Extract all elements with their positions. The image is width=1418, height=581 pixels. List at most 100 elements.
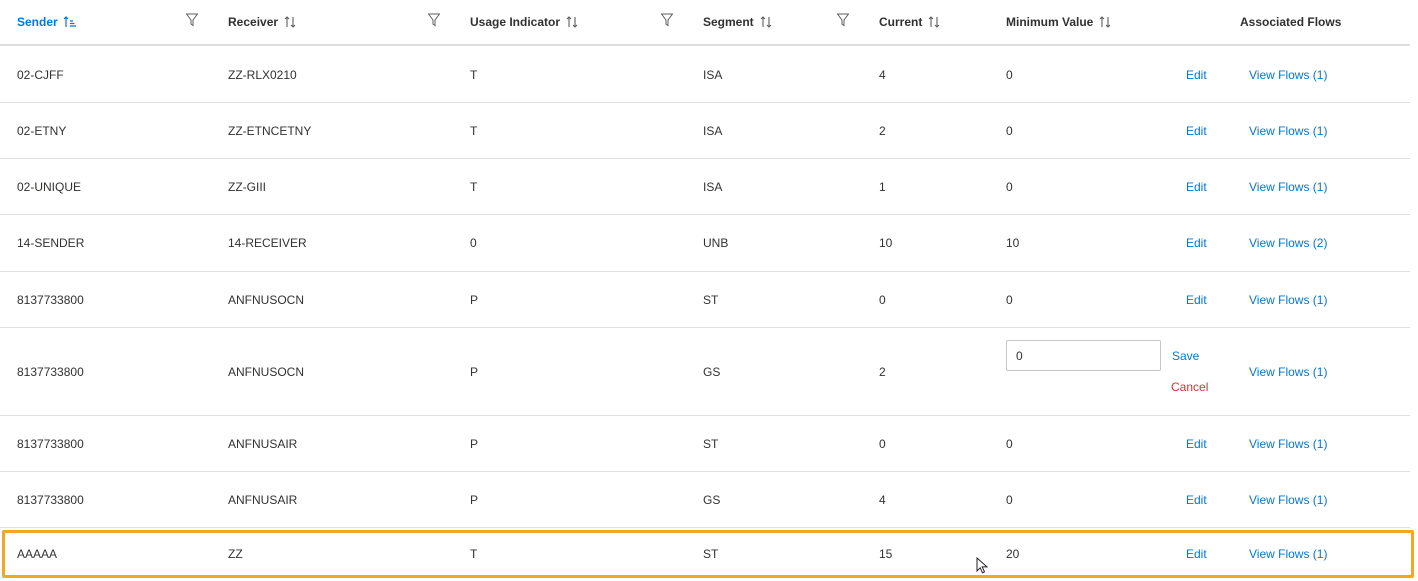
table-row: 8137733800 ANFNUSAIR P ST 0 0 Edit View … xyxy=(0,416,1410,472)
cell-current: 2 xyxy=(879,364,886,379)
column-header-sender-label: Sender xyxy=(17,15,58,29)
cell-receiver: ANFNUSAIR xyxy=(228,492,298,507)
table-row-highlighted: AAAAA ZZ T ST 15 20 Edit View Flows (1) xyxy=(2,530,1414,578)
column-header-sender[interactable]: Sender xyxy=(17,0,77,44)
cell-current: 0 xyxy=(879,436,886,451)
cell-minimum: 0 xyxy=(1006,292,1013,307)
view-flows-link[interactable]: View Flows (1) xyxy=(1249,103,1327,158)
cell-usage: P xyxy=(470,364,479,379)
column-header-minimum-value[interactable]: Minimum Value xyxy=(1006,0,1112,44)
cell-receiver: ZZ-ETNCETNY xyxy=(228,123,312,138)
column-header-segment-label: Segment xyxy=(703,15,754,29)
cell-current: 0 xyxy=(879,292,886,307)
table-row: 02-CJFF ZZ-RLX0210 T ISA 4 0 Edit View F… xyxy=(0,47,1410,103)
cell-current: 4 xyxy=(879,67,886,82)
cell-current: 1 xyxy=(879,179,886,194)
edit-link[interactable]: Edit xyxy=(1186,416,1207,471)
cell-sender: 02-ETNY xyxy=(17,123,67,138)
cell-minimum: 0 xyxy=(1006,179,1013,194)
column-header-flows-label: Associated Flows xyxy=(1240,15,1342,29)
column-header-segment[interactable]: Segment xyxy=(703,0,773,44)
column-header-usage-label: Usage Indicator xyxy=(470,15,561,29)
cell-current: 15 xyxy=(879,547,893,561)
cell-segment: ISA xyxy=(703,179,723,194)
view-flows-link[interactable]: View Flows (1) xyxy=(1249,47,1327,102)
cell-usage: P xyxy=(470,292,479,307)
column-header-current-label: Current xyxy=(879,15,923,29)
cell-minimum: 0 xyxy=(1006,436,1013,451)
column-header-associated-flows: Associated Flows xyxy=(1240,0,1341,44)
cell-sender: 8137733800 xyxy=(17,364,84,379)
view-flows-link[interactable]: View Flows (1) xyxy=(1249,416,1327,471)
edit-link[interactable]: Edit xyxy=(1186,472,1207,527)
edit-link[interactable]: Edit xyxy=(1186,215,1207,271)
cell-segment: ISA xyxy=(703,123,723,138)
edit-link[interactable]: Edit xyxy=(1186,47,1207,102)
cell-minimum: 20 xyxy=(1006,547,1020,561)
cell-sender: 8137733800 xyxy=(17,436,84,451)
cell-segment: UNB xyxy=(703,236,729,250)
sort-icon[interactable] xyxy=(283,15,297,29)
column-header-minimum-label: Minimum Value xyxy=(1006,15,1094,29)
cell-receiver: ANFNUSOCN xyxy=(228,292,305,307)
mouse-pointer-icon xyxy=(976,556,989,577)
view-flows-link[interactable]: View Flows (1) xyxy=(1249,159,1327,214)
cell-segment: ST xyxy=(703,292,719,307)
cell-segment: ISA xyxy=(703,67,723,82)
filter-usage-icon[interactable] xyxy=(661,13,673,27)
cell-usage: T xyxy=(470,123,478,138)
view-flows-link[interactable]: View Flows (1) xyxy=(1249,328,1327,415)
table-row-editing: 8137733800 ANFNUSOCN P GS 2 Save Cancel … xyxy=(0,328,1410,416)
cell-sender: 8137733800 xyxy=(17,292,84,307)
edit-link[interactable]: Edit xyxy=(1186,533,1207,575)
cell-receiver: ZZ-GIII xyxy=(228,179,266,194)
cell-current: 2 xyxy=(879,123,886,138)
edit-link[interactable]: Edit xyxy=(1186,159,1207,214)
cell-receiver: ZZ xyxy=(228,547,243,561)
cell-minimum: 0 xyxy=(1006,67,1013,82)
table-row: 14-SENDER 14-RECEIVER 0 UNB 10 10 Edit V… xyxy=(0,215,1410,272)
table-row: 02-UNIQUE ZZ-GIII T ISA 1 0 Edit View Fl… xyxy=(0,159,1410,215)
view-flows-link[interactable]: View Flows (1) xyxy=(1249,472,1327,527)
cancel-button[interactable]: Cancel xyxy=(1171,380,1208,394)
cell-usage: T xyxy=(470,179,478,194)
table-row: 8137733800 ANFNUSOCN P ST 0 0 Edit View … xyxy=(0,272,1410,328)
filter-segment-icon[interactable] xyxy=(837,13,849,27)
view-flows-link[interactable]: View Flows (1) xyxy=(1249,533,1327,575)
cell-segment: ST xyxy=(703,547,719,561)
cell-receiver: ZZ-RLX0210 xyxy=(228,67,297,82)
column-header-receiver-label: Receiver xyxy=(228,15,279,29)
view-flows-link[interactable]: View Flows (1) xyxy=(1249,272,1327,327)
cell-sender: 14-SENDER xyxy=(17,236,85,250)
cell-current: 4 xyxy=(879,492,886,507)
sort-icon[interactable] xyxy=(1098,15,1112,29)
save-button[interactable]: Save xyxy=(1172,349,1199,363)
cell-segment: GS xyxy=(703,492,721,507)
sort-icon[interactable] xyxy=(759,15,773,29)
cell-sender: AAAAA xyxy=(17,547,58,561)
sort-icon[interactable] xyxy=(927,15,941,29)
cell-usage: 0 xyxy=(470,236,477,250)
edit-link[interactable]: Edit xyxy=(1186,103,1207,158)
column-header-receiver[interactable]: Receiver xyxy=(228,0,297,44)
cell-usage: T xyxy=(470,67,478,82)
column-header-usage-indicator[interactable]: Usage Indicator xyxy=(470,0,579,44)
edit-link[interactable]: Edit xyxy=(1186,272,1207,327)
minimum-value-input[interactable] xyxy=(1006,340,1161,371)
table-row: 8137733800 ANFNUSAIR P GS 4 0 Edit View … xyxy=(0,472,1410,528)
cell-current: 10 xyxy=(879,236,893,250)
sort-ascending-icon[interactable] xyxy=(63,15,77,29)
column-header-current[interactable]: Current xyxy=(879,0,941,44)
view-flows-link[interactable]: View Flows (2) xyxy=(1249,215,1327,271)
filter-sender-icon[interactable] xyxy=(186,13,198,27)
sort-icon[interactable] xyxy=(565,15,579,29)
cell-minimum: 10 xyxy=(1006,236,1020,250)
cell-sender: 02-CJFF xyxy=(17,67,64,82)
cell-minimum: 0 xyxy=(1006,492,1013,507)
cell-receiver: 14-RECEIVER xyxy=(228,236,307,250)
table-row: 02-ETNY ZZ-ETNCETNY T ISA 2 0 Edit View … xyxy=(0,103,1410,159)
cell-segment: GS xyxy=(703,364,721,379)
cell-segment: ST xyxy=(703,436,719,451)
filter-receiver-icon[interactable] xyxy=(428,13,440,27)
cell-receiver: ANFNUSOCN xyxy=(228,364,305,379)
